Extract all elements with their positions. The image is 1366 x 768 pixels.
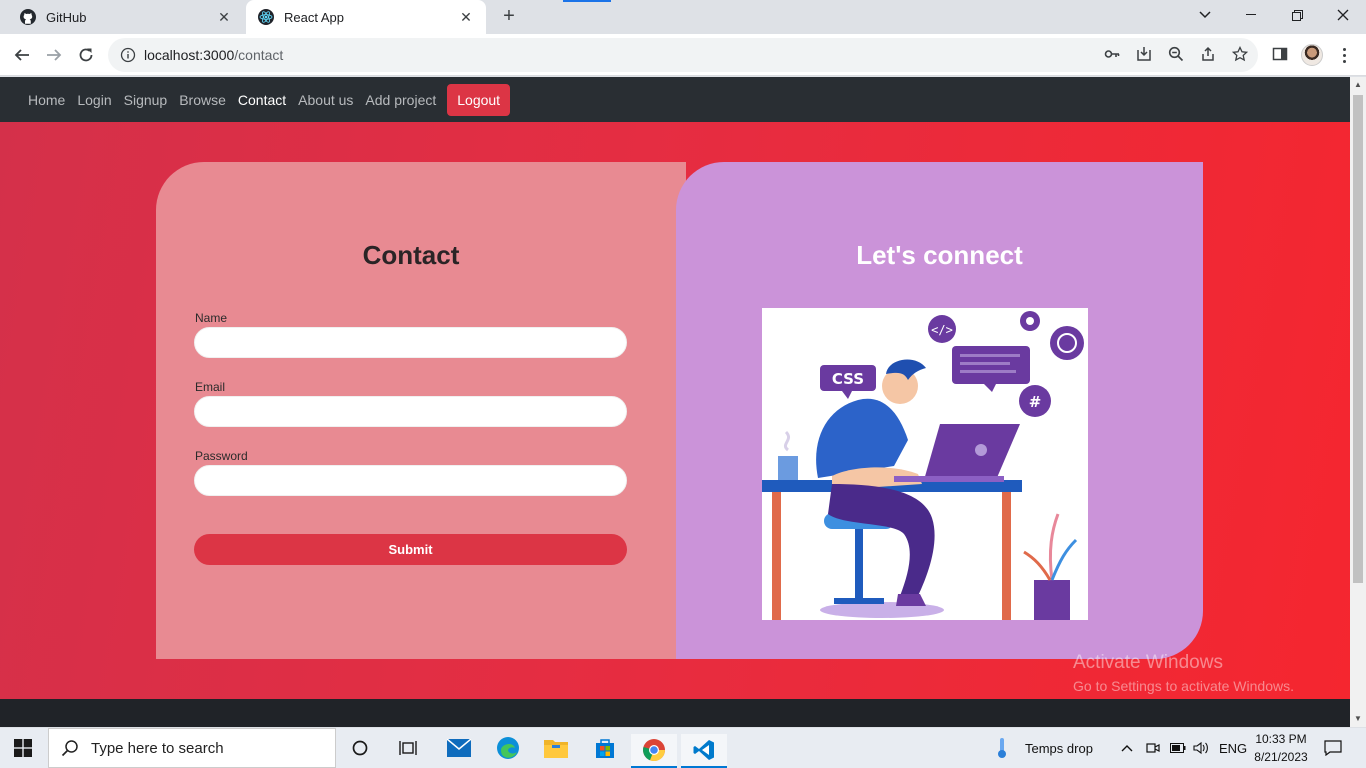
clock-time: 10:33 PM (1255, 732, 1307, 746)
url-path: /contact (234, 47, 284, 63)
browser-toolbar: localhost:3000/contact (0, 34, 1366, 76)
tab-title: React App (284, 9, 344, 25)
watermark-title: Activate Windows (1073, 652, 1223, 673)
logout-button[interactable]: Logout (447, 83, 511, 116)
react-icon (258, 9, 274, 25)
clock-date: 8/21/2023 (1254, 750, 1308, 764)
side-panel-icon[interactable] (1270, 44, 1290, 64)
scrollbar-thumb[interactable] (1353, 95, 1363, 583)
thermometer-icon (982, 731, 1022, 765)
nav-contact[interactable]: Contact (232, 92, 292, 108)
hash-tag: # (1029, 393, 1042, 411)
key-icon[interactable] (1102, 44, 1122, 64)
page-viewport: Home Login Signup Browse Contact About u… (0, 77, 1350, 699)
page-scrollbar[interactable]: ▲ ▼ (1350, 77, 1366, 727)
tray-chevron-up-icon[interactable] (1121, 728, 1133, 768)
github-icon (20, 9, 36, 25)
vscode-icon[interactable] (681, 734, 727, 768)
tab-search-indicator (563, 0, 611, 2)
windows-taskbar: Type here to search Temps drop ENG 10:33… (0, 728, 1366, 768)
search-placeholder: Type here to search (91, 739, 224, 757)
file-explorer-icon[interactable] (533, 731, 579, 765)
nav-home[interactable]: Home (22, 92, 71, 108)
language-indicator[interactable]: ENG (1219, 728, 1247, 768)
password-input[interactable] (194, 465, 627, 496)
close-tab-icon[interactable]: ✕ (458, 9, 474, 25)
tab-strip: GitHub ✕ React App ✕ + (0, 0, 1366, 34)
email-input[interactable] (194, 396, 627, 427)
tab-search-chevron-icon[interactable] (1182, 0, 1228, 30)
password-label: Password (195, 449, 248, 463)
contact-heading: Contact (362, 240, 460, 270)
nav-browse[interactable]: Browse (173, 92, 232, 108)
forward-arrow-icon[interactable] (42, 43, 66, 67)
reload-icon[interactable] (74, 43, 98, 67)
email-label: Email (195, 380, 226, 394)
connect-card: Let's connect </> # CSS (676, 162, 1203, 659)
nav-about-us[interactable]: About us (292, 92, 359, 108)
nav-add-project[interactable]: Add project (359, 92, 442, 108)
edge-icon[interactable] (485, 731, 531, 765)
scroll-down-icon[interactable]: ▼ (1354, 715, 1362, 723)
tab-github[interactable]: GitHub ✕ (8, 0, 244, 34)
app-navbar: Home Login Signup Browse Contact About u… (0, 77, 1350, 122)
install-app-icon[interactable] (1134, 44, 1154, 64)
zoom-icon[interactable] (1166, 44, 1186, 64)
watermark-subtitle: Go to Settings to activate Windows. (1073, 678, 1294, 694)
developer-illustration: </> # CSS (762, 308, 1088, 620)
mail-icon[interactable] (436, 731, 482, 765)
cortana-icon[interactable] (337, 731, 383, 765)
url-host: localhost:3000 (144, 47, 235, 63)
taskbar-clock[interactable]: 10:33 PM 8/21/2023 (1250, 730, 1312, 766)
taskbar-search-box[interactable]: Type here to search (48, 728, 336, 768)
bookmark-star-icon[interactable] (1230, 44, 1250, 64)
more-menu-icon[interactable] (1336, 44, 1352, 66)
task-view-icon[interactable] (385, 731, 431, 765)
close-tab-icon[interactable]: ✕ (216, 9, 232, 25)
css-tag: CSS (832, 370, 864, 388)
volume-icon[interactable] (1193, 728, 1209, 768)
page-footer-strip (0, 699, 1350, 727)
scroll-up-icon[interactable]: ▲ (1354, 81, 1362, 89)
microsoft-store-icon[interactable] (582, 731, 628, 765)
new-tab-button[interactable]: + (498, 6, 520, 28)
connect-heading: Let's connect (856, 240, 1023, 270)
submit-button[interactable]: Submit (194, 534, 627, 565)
restore-icon[interactable] (1274, 0, 1320, 30)
back-arrow-icon[interactable] (10, 43, 34, 67)
weather-text[interactable]: Temps drop (1025, 728, 1093, 768)
name-label: Name (195, 311, 228, 325)
site-info-icon[interactable] (120, 47, 136, 63)
close-window-icon[interactable] (1320, 0, 1366, 30)
meet-now-icon[interactable] (1146, 728, 1160, 768)
tab-title: GitHub (46, 9, 87, 25)
profile-avatar[interactable] (1301, 44, 1323, 66)
address-bar[interactable]: localhost:3000/contact (108, 38, 1258, 72)
nav-login[interactable]: Login (71, 92, 117, 108)
windows-start-icon[interactable] (0, 731, 46, 765)
battery-icon[interactable] (1170, 728, 1186, 768)
search-icon (61, 739, 79, 757)
chrome-icon[interactable] (631, 734, 677, 768)
code-tag: </> (931, 323, 953, 337)
activate-windows-watermark: Activate Windows Go to Settings to activ… (1073, 652, 1294, 694)
name-input[interactable] (194, 327, 627, 358)
tab-react-app[interactable]: React App ✕ (246, 0, 486, 34)
contact-form-card: Contact Name Email Password Submit (156, 162, 686, 659)
nav-signup[interactable]: Signup (118, 92, 174, 108)
notifications-icon[interactable] (1324, 728, 1342, 768)
share-icon[interactable] (1198, 44, 1218, 64)
minimize-icon[interactable] (1228, 0, 1274, 30)
